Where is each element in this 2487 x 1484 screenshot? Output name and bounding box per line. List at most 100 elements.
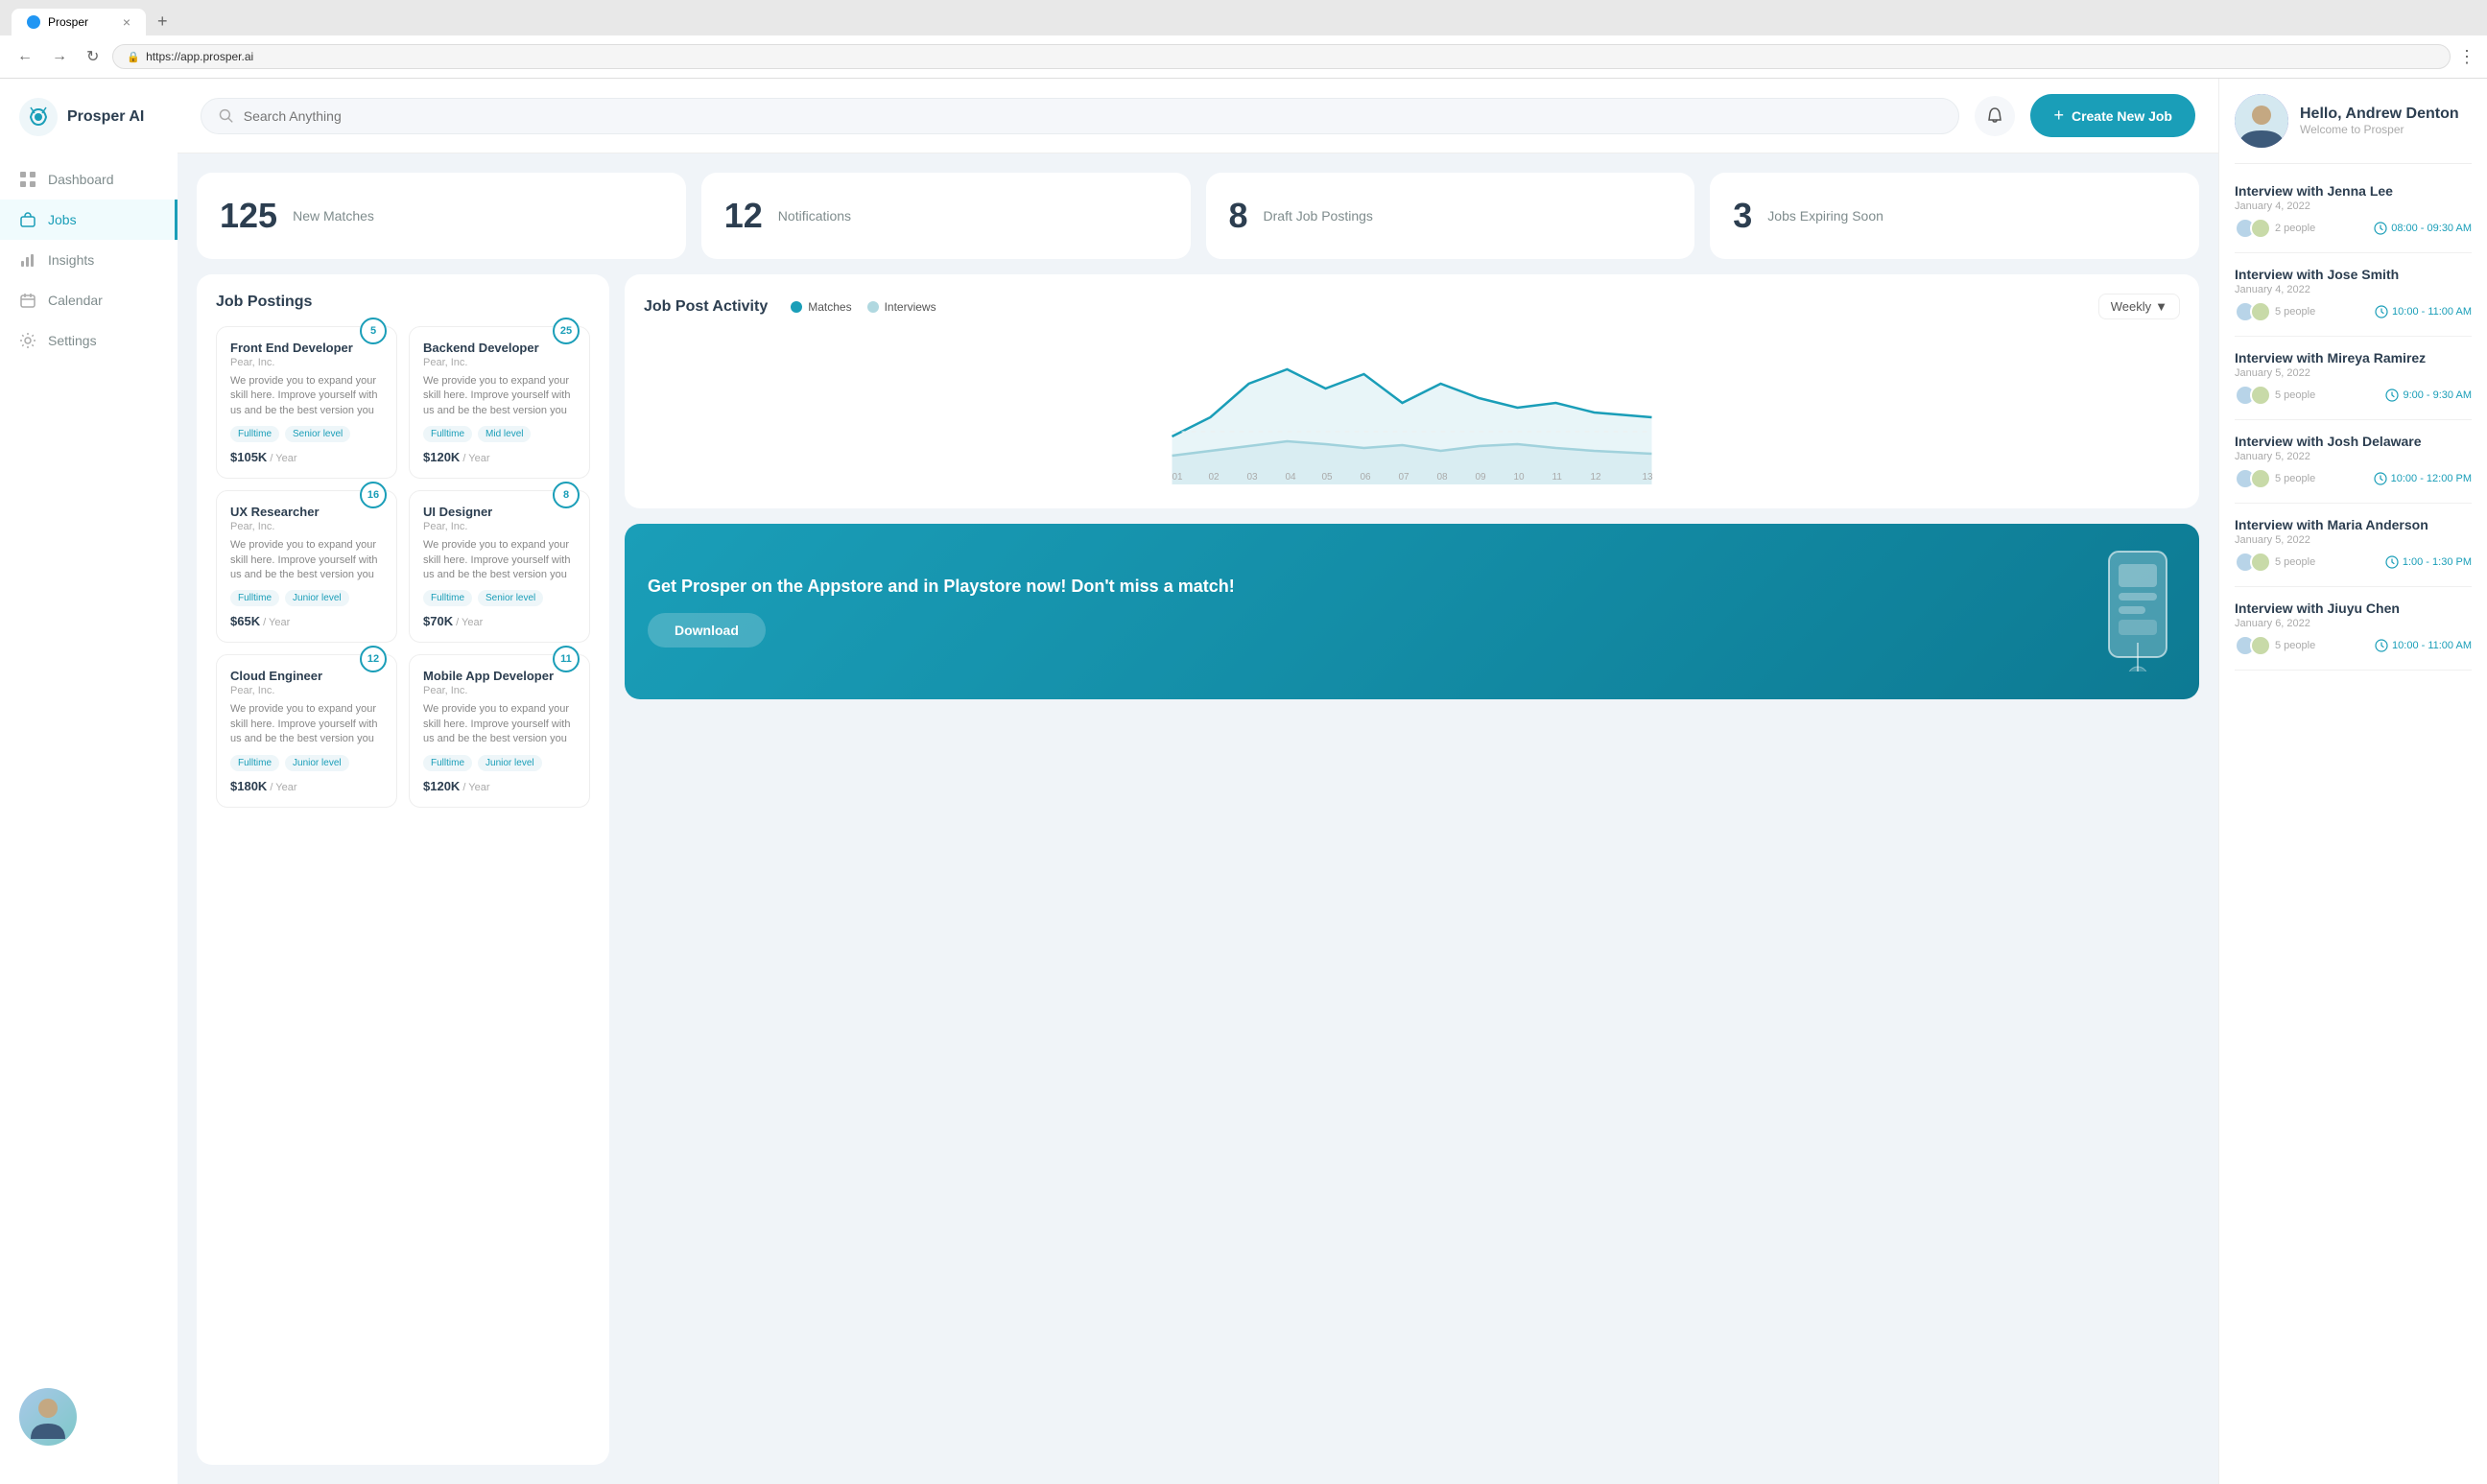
- clock-icon: [2385, 389, 2399, 402]
- sidebar-item-settings[interactable]: Settings: [0, 320, 178, 361]
- salary-period: / Year: [267, 453, 296, 464]
- job-title: Front End Developer: [230, 341, 383, 355]
- interview-item[interactable]: Interview with Jiuyu Chen January 6, 202…: [2235, 601, 2472, 671]
- mini-avatar: [2250, 635, 2271, 656]
- sidebar-user-avatar[interactable]: [19, 1388, 158, 1446]
- new-tab-button[interactable]: +: [150, 8, 176, 35]
- stat-card-matches[interactable]: 125 New Matches: [197, 173, 686, 259]
- job-company: Pear, Inc.: [230, 685, 383, 696]
- browser-tab[interactable]: Prosper ×: [12, 9, 146, 35]
- interview-item[interactable]: Interview with Jenna Lee January 4, 2022…: [2235, 183, 2472, 253]
- create-job-button[interactable]: + Create New Job: [2030, 94, 2195, 137]
- interview-item[interactable]: Interview with Mireya Ramirez January 5,…: [2235, 350, 2472, 420]
- time-info: 1:00 - 1:30 PM: [2385, 555, 2472, 569]
- stat-number: 8: [1229, 196, 1248, 236]
- browser-chrome: Prosper × +: [0, 0, 2487, 35]
- stat-number: 12: [724, 196, 763, 236]
- interview-time: 08:00 - 09:30 AM: [2391, 223, 2472, 234]
- lock-icon: 🔒: [127, 51, 140, 63]
- svg-text:03: 03: [1247, 472, 1259, 483]
- job-company: Pear, Inc.: [423, 521, 576, 532]
- sidebar-item-label: Jobs: [48, 212, 77, 227]
- interview-meta: 5 people 10:00 - 11:00 AM: [2235, 635, 2472, 656]
- job-badge: 5: [360, 318, 387, 344]
- interview-meta: 5 people 10:00 - 12:00 PM: [2235, 468, 2472, 489]
- job-postings-title: Job Postings: [216, 294, 590, 311]
- job-description: We provide you to expand your skill here…: [423, 702, 576, 746]
- people-avatars: [2235, 552, 2265, 573]
- job-badge: 16: [360, 482, 387, 508]
- sidebar-item-jobs[interactable]: Jobs: [0, 200, 178, 240]
- job-description: We provide you to expand your skill here…: [230, 374, 383, 418]
- user-name: Hello, Andrew Denton: [2300, 106, 2459, 123]
- interview-meta: 2 people 08:00 - 09:30 AM: [2235, 218, 2472, 239]
- job-tags: FulltimeMid level: [423, 426, 576, 442]
- refresh-button[interactable]: ↻: [81, 43, 105, 70]
- job-card[interactable]: 12 Cloud Engineer Pear, Inc. We provide …: [216, 654, 397, 807]
- user-sub: Welcome to Prosper: [2300, 123, 2459, 136]
- people-count: 5 people: [2275, 640, 2315, 651]
- sidebar-item-calendar[interactable]: Calendar: [0, 280, 178, 320]
- time-info: 10:00 - 11:00 AM: [2375, 639, 2472, 652]
- interview-meta: 5 people 1:00 - 1:30 PM: [2235, 552, 2472, 573]
- back-button[interactable]: ←: [12, 44, 38, 69]
- settings-icon: [19, 332, 36, 349]
- app-container: Prosper AI Dashboard: [0, 79, 2487, 1484]
- job-card[interactable]: 5 Front End Developer Pear, Inc. We prov…: [216, 326, 397, 479]
- sidebar-item-insights[interactable]: Insights: [0, 240, 178, 280]
- notification-button[interactable]: [1975, 96, 2015, 136]
- search-bar[interactable]: [201, 98, 1959, 134]
- time-info: 9:00 - 9:30 AM: [2385, 389, 2472, 402]
- job-badge: 25: [553, 318, 580, 344]
- interview-date: January 5, 2022: [2235, 534, 2472, 546]
- forward-button[interactable]: →: [46, 44, 73, 69]
- people-avatars: [2235, 385, 2265, 406]
- address-bar[interactable]: 🔒 https://app.prosper.ai: [112, 44, 2451, 69]
- job-tag: Fulltime: [230, 755, 279, 771]
- browser-controls: ← → ↻ 🔒 https://app.prosper.ai ⋮: [0, 35, 2487, 79]
- interview-item[interactable]: Interview with Maria Anderson January 5,…: [2235, 517, 2472, 587]
- stat-card-draft[interactable]: 8 Draft Job Postings: [1206, 173, 1695, 259]
- stat-card-notifications[interactable]: 12 Notifications: [701, 173, 1191, 259]
- search-input[interactable]: [244, 108, 1942, 124]
- interview-time: 10:00 - 11:00 AM: [2392, 640, 2472, 651]
- people-avatars: [2235, 301, 2265, 322]
- chart-filter-dropdown[interactable]: Weekly ▼: [2098, 294, 2180, 319]
- interview-item[interactable]: Interview with Jose Smith January 4, 202…: [2235, 267, 2472, 337]
- svg-text:01: 01: [1172, 472, 1184, 483]
- promo-card: Get Prosper on the Appstore and in Plays…: [625, 524, 2199, 699]
- job-description: We provide you to expand your skill here…: [423, 374, 576, 418]
- tab-close-button[interactable]: ×: [123, 14, 130, 30]
- interview-date: January 6, 2022: [2235, 618, 2472, 629]
- browser-menu-button[interactable]: ⋮: [2458, 47, 2475, 67]
- sidebar-item-dashboard[interactable]: Dashboard: [0, 159, 178, 200]
- mini-avatar: [2250, 552, 2271, 573]
- job-salary: $105K / Year: [230, 450, 383, 464]
- job-badge: 8: [553, 482, 580, 508]
- time-info: 08:00 - 09:30 AM: [2374, 222, 2472, 235]
- promo-title: Get Prosper on the Appstore and in Plays…: [648, 576, 2080, 598]
- job-card[interactable]: 11 Mobile App Developer Pear, Inc. We pr…: [409, 654, 590, 807]
- salary-period: / Year: [267, 782, 296, 793]
- svg-text:09: 09: [1476, 472, 1487, 483]
- download-button[interactable]: Download: [648, 613, 766, 648]
- job-description: We provide you to expand your skill here…: [230, 538, 383, 582]
- interview-name: Interview with Jiuyu Chen: [2235, 601, 2472, 616]
- stat-card-expiring[interactable]: 3 Jobs Expiring Soon: [1710, 173, 2199, 259]
- job-card[interactable]: 25 Backend Developer Pear, Inc. We provi…: [409, 326, 590, 479]
- interview-date: January 5, 2022: [2235, 451, 2472, 462]
- job-tags: FulltimeJunior level: [423, 755, 576, 771]
- job-card[interactable]: 16 UX Researcher Pear, Inc. We provide y…: [216, 490, 397, 643]
- briefcase-icon: [19, 211, 36, 228]
- interview-item[interactable]: Interview with Josh Delaware January 5, …: [2235, 434, 2472, 504]
- nav-items: Dashboard Jobs: [0, 159, 178, 1369]
- user-avatar: [2235, 94, 2288, 148]
- svg-text:06: 06: [1361, 472, 1372, 483]
- job-tag: Senior level: [285, 426, 350, 442]
- job-card[interactable]: 8 UI Designer Pear, Inc. We provide you …: [409, 490, 590, 643]
- stat-label: Draft Job Postings: [1264, 208, 1373, 224]
- interviews-dot: [867, 301, 879, 313]
- url-text: https://app.prosper.ai: [146, 50, 253, 63]
- legend-matches: Matches: [791, 300, 851, 314]
- interview-name: Interview with Mireya Ramirez: [2235, 350, 2472, 365]
